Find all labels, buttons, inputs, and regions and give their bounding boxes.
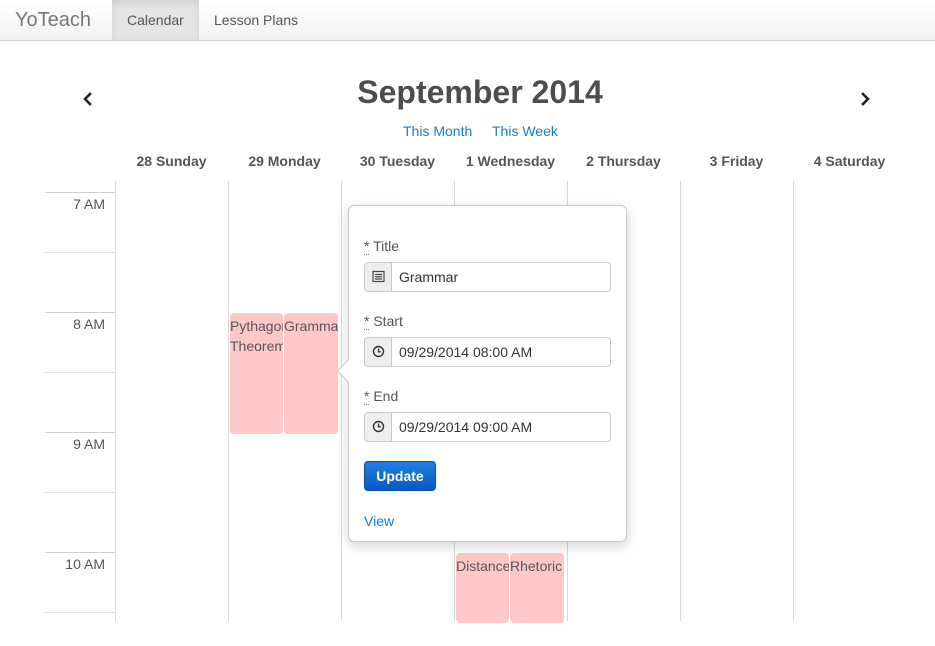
hour-label-9am: 9 AM (73, 436, 105, 452)
this-week-link[interactable]: This Week (492, 123, 558, 139)
end-label: * End (364, 388, 399, 405)
nav-item-calendar[interactable]: Calendar (112, 0, 199, 40)
event-grammar[interactable]: Grammar (284, 313, 338, 434)
list-icon (365, 263, 392, 291)
navbar: YoTeach Calendar Lesson Plans (0, 0, 935, 41)
start-label: * Start (364, 313, 403, 330)
brand-logo[interactable]: YoTeach (15, 9, 91, 32)
event-edit-popover: * Title Grammar * Start 09/29/2014 08:00… (336, 205, 627, 542)
column-divider (680, 181, 681, 621)
column-divider (115, 181, 116, 621)
chevron-right-icon[interactable] (857, 90, 873, 108)
day-header-friday: 3 Friday (709, 153, 764, 169)
day-header-monday: 29 Monday (248, 153, 321, 169)
hour-divider (45, 552, 116, 553)
column-divider (793, 181, 794, 621)
title-label-text: Title (373, 238, 400, 254)
half-hour-divider (45, 612, 116, 613)
title-input[interactable]: Grammar (399, 269, 458, 285)
start-input[interactable]: 09/29/2014 08:00 AM (399, 344, 532, 360)
clock-icon (365, 413, 392, 441)
required-marker: * (364, 388, 370, 405)
day-header-saturday: 4 Saturday (813, 153, 886, 169)
day-header-wednesday: 1 Wednesday (465, 153, 556, 169)
half-hour-divider (45, 252, 116, 253)
view-link[interactable]: View (364, 513, 394, 529)
month-title: September 2014 (357, 74, 603, 110)
event-distance[interactable]: Distance (456, 553, 509, 623)
hour-label-8am: 8 AM (73, 316, 105, 332)
hour-label-7am: 7 AM (73, 196, 105, 212)
half-hour-divider (45, 492, 116, 493)
required-marker: * (364, 238, 370, 255)
end-label-text: End (373, 388, 399, 404)
day-header-thursday: 2 Thursday (586, 153, 661, 169)
title-label: * Title (364, 238, 400, 255)
required-marker: * (364, 313, 370, 330)
end-field[interactable]: 09/29/2014 09:00 AM (364, 412, 611, 442)
clock-icon (365, 338, 392, 366)
half-hour-divider (45, 372, 116, 373)
chevron-left-icon[interactable] (80, 90, 96, 108)
event-title: Pythagorean Theorem (230, 318, 283, 354)
column-divider (341, 181, 342, 621)
start-label-text: Start (373, 313, 403, 329)
end-input[interactable]: 09/29/2014 09:00 AM (399, 419, 532, 435)
event-title: Rhetoric (510, 558, 563, 574)
hour-divider (45, 312, 116, 313)
start-field[interactable]: 09/29/2014 08:00 AM (364, 337, 611, 367)
column-divider (228, 181, 229, 621)
day-header-sunday: 28 Sunday (136, 153, 207, 169)
event-pythagorean-theorem[interactable]: Pythagorean Theorem (230, 313, 283, 434)
title-field[interactable]: Grammar (364, 262, 611, 292)
day-header-tuesday: 30 Tuesday (359, 153, 436, 169)
hour-divider (45, 432, 116, 433)
event-title: Grammar (284, 318, 338, 334)
hour-divider (45, 192, 116, 193)
event-title: Distance (456, 558, 509, 574)
hour-label-10am: 10 AM (65, 556, 105, 572)
nav-item-lesson-plans[interactable]: Lesson Plans (199, 0, 313, 40)
update-button[interactable]: Update (364, 461, 436, 491)
this-month-link[interactable]: This Month (403, 123, 472, 139)
event-rhetoric[interactable]: Rhetoric (510, 553, 564, 623)
